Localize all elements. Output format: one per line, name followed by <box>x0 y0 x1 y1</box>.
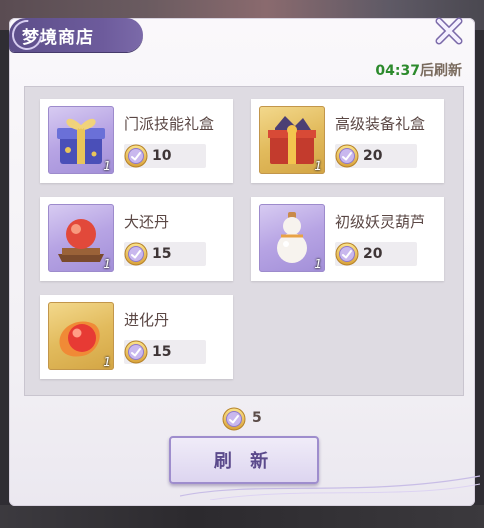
refresh-timer: 04:37后刷新 <box>375 60 462 80</box>
price-bar: 20 <box>335 242 417 266</box>
shop-item-skill-gift-box[interactable]: 1 门派技能礼盒 10 <box>40 99 233 183</box>
background-bottom <box>0 505 484 528</box>
shop-item-evolution-pill[interactable]: 1 进化丹 15 <box>40 295 233 379</box>
item-quantity: 1 <box>103 159 111 173</box>
item-quantity: 1 <box>314 257 322 271</box>
refresh-button-label: 刷 新 <box>213 451 275 472</box>
item-name: 进化丹 <box>124 311 170 329</box>
price-bar: 15 <box>124 242 206 266</box>
item-icon-frame: 1 <box>48 106 114 174</box>
dream-coin-icon <box>335 144 359 168</box>
dream-coin-icon <box>335 242 359 266</box>
price-bar: 20 <box>335 144 417 168</box>
item-icon-frame: 1 <box>48 204 114 272</box>
item-icon-frame: 1 <box>259 106 325 174</box>
timer-suffix: 后刷新 <box>420 63 462 79</box>
item-quantity: 1 <box>314 159 322 173</box>
item-grid: 1 门派技能礼盒 10 1 高级装备礼盒 20 1 大还丹 15 1 初级妖灵葫… <box>24 86 464 396</box>
close-icon <box>435 17 463 45</box>
dream-coin-icon <box>124 340 148 364</box>
dream-coin-icon <box>124 242 148 266</box>
refresh-button[interactable]: 刷 新 <box>169 436 319 484</box>
item-quantity: 1 <box>103 257 111 271</box>
shop-title: 梦境商店 <box>22 28 94 48</box>
item-icon-frame: 1 <box>259 204 325 272</box>
price-bar: 15 <box>124 340 206 364</box>
item-icon-frame: 1 <box>48 302 114 370</box>
item-quantity: 1 <box>103 355 111 369</box>
shop-item-equipment-gift-box[interactable]: 1 高级装备礼盒 20 <box>251 99 444 183</box>
shop-item-gourd[interactable]: 1 初级妖灵葫芦 20 <box>251 197 444 281</box>
item-price: 15 <box>152 344 172 360</box>
item-name: 门派技能礼盒 <box>124 115 215 133</box>
item-name: 大还丹 <box>124 213 170 231</box>
shop-item-red-pill[interactable]: 1 大还丹 15 <box>40 197 233 281</box>
item-price: 20 <box>363 246 383 262</box>
item-price: 10 <box>152 148 172 164</box>
currency-count: 5 <box>252 410 262 426</box>
timer-value: 04:37 <box>375 63 420 79</box>
item-price: 15 <box>152 246 172 262</box>
dream-coin-icon <box>222 407 246 431</box>
dream-coin-icon <box>124 144 148 168</box>
item-name: 初级妖灵葫芦 <box>335 213 426 231</box>
close-button[interactable] <box>432 14 466 48</box>
item-price: 20 <box>363 148 383 164</box>
item-name: 高级装备礼盒 <box>335 115 426 133</box>
price-bar: 10 <box>124 144 206 168</box>
